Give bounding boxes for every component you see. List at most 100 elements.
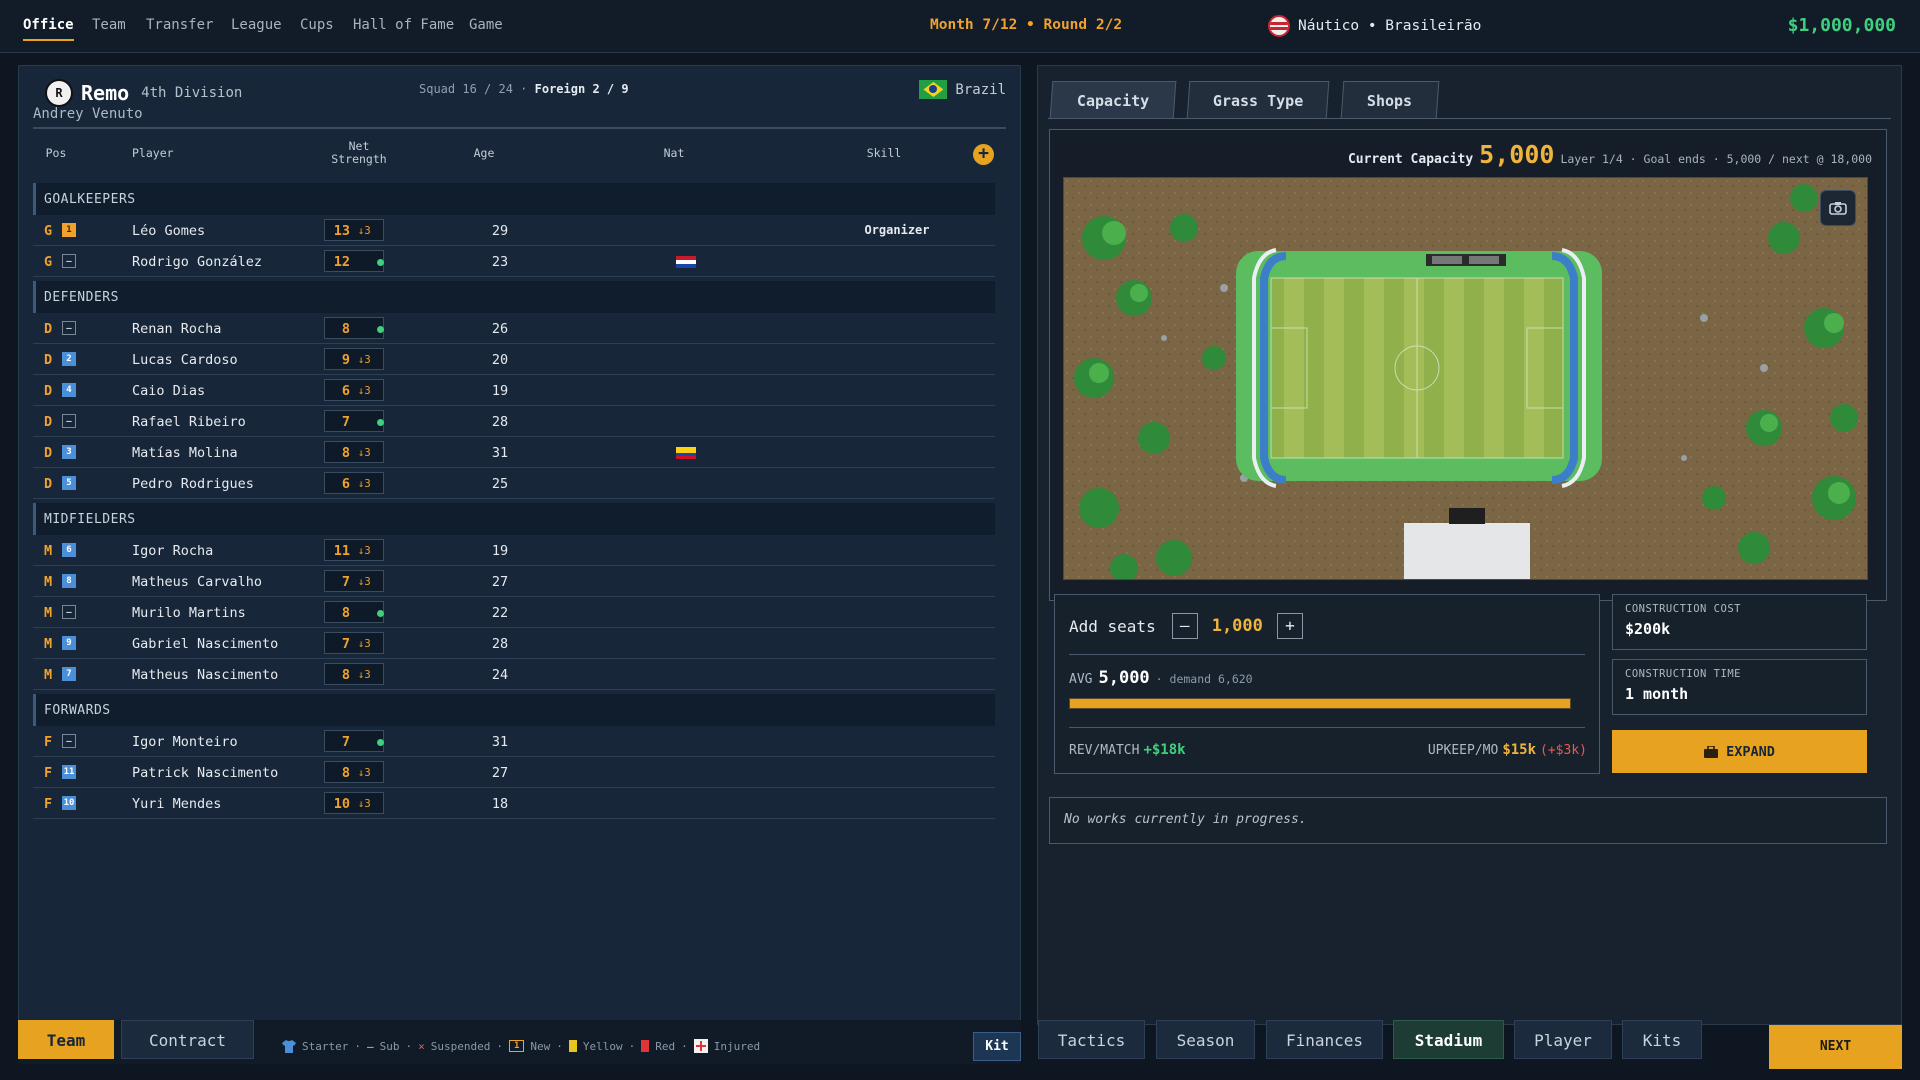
player-row[interactable]: D – Renan Rocha 8 26 <box>33 313 995 344</box>
briefcase-icon <box>1704 745 1719 758</box>
nav-team[interactable]: Team <box>92 17 126 33</box>
shirt-number-icon: 3 <box>62 445 76 459</box>
col-skill[interactable]: Skill <box>849 146 919 160</box>
player-name: Matheus Carvalho <box>132 574 263 590</box>
player-position: M <box>44 543 53 559</box>
legend-sep: · <box>628 1039 636 1053</box>
tab-capacity[interactable]: Capacity <box>1049 81 1177 119</box>
player-position: D <box>44 383 53 399</box>
col-strength-label: Strength <box>331 152 387 166</box>
strength-trend: ↓3 <box>358 767 371 779</box>
player-row[interactable]: M – Murilo Martins 8 22 <box>33 597 995 628</box>
player-row[interactable]: M 8 Matheus Carvalho 7 ↓3 27 <box>33 566 995 597</box>
player-row[interactable]: D 2 Lucas Cardoso 9 ↓3 20 <box>33 344 995 375</box>
stadium-panel: Capacity Grass Type Shops Current Capaci… <box>1037 65 1902 1025</box>
player-age: 27 <box>491 765 509 781</box>
tab-contract[interactable]: Contract <box>121 1020 254 1059</box>
next-button[interactable]: NEXT <box>1769 1025 1902 1069</box>
kit-button[interactable]: Kit <box>973 1032 1021 1061</box>
tab-grass-type-label: Grass Type <box>1212 92 1304 110</box>
tab-divider <box>1048 118 1891 119</box>
col-player[interactable]: Player <box>132 146 174 160</box>
yellow-card-icon <box>568 1040 577 1052</box>
legend-red: Red <box>655 1039 676 1053</box>
player-name: Igor Monteiro <box>132 734 238 750</box>
player-age: 19 <box>491 543 509 559</box>
brazil-flag-icon <box>919 80 948 99</box>
player-position: G <box>44 223 53 239</box>
tab-kits[interactable]: Kits <box>1622 1020 1702 1059</box>
strength-trend: ↓3 <box>358 354 371 366</box>
strength-value: 7 <box>341 574 350 590</box>
strength-value: 8 <box>341 445 350 461</box>
strength-value: 7 <box>341 414 350 430</box>
demand-value: · demand 6,620 <box>1155 672 1253 686</box>
player-age: 31 <box>491 734 509 750</box>
player-position: F <box>44 765 53 781</box>
add-player-button[interactable]: + <box>973 144 994 165</box>
shirt-number-icon: – <box>62 321 76 335</box>
nav-cups[interactable]: Cups <box>300 17 334 33</box>
player-row[interactable]: D – Rafael Ribeiro 7 28 <box>33 406 995 437</box>
tab-team[interactable]: Team <box>18 1020 114 1059</box>
player-row[interactable]: D 5 Pedro Rodrigues 6 ↓3 25 <box>33 468 995 499</box>
section-header: FORWARDS <box>33 694 995 726</box>
seats-plus-button[interactable]: + <box>1276 613 1303 639</box>
player-name: Renan Rocha <box>132 321 222 337</box>
player-row[interactable]: F 11 Patrick Nascimento 8 ↓3 27 <box>33 757 995 788</box>
strength-value: 10 <box>333 796 350 812</box>
nav-transfer[interactable]: Transfer <box>146 17 213 33</box>
camera-icon[interactable] <box>1820 190 1856 226</box>
tab-shops[interactable]: Shops <box>1340 81 1440 119</box>
top-bar: Office Team Transfer League Cups Hall of… <box>0 0 1920 53</box>
player-position: D <box>44 476 53 492</box>
player-row[interactable]: G – Rodrigo González 12 23 <box>33 246 995 277</box>
player-row[interactable]: F – Igor Monteiro 7 31 <box>33 726 995 757</box>
player-age: 23 <box>491 254 509 270</box>
legend-new: New <box>530 1039 551 1053</box>
player-row[interactable]: F 10 Yuri Mendes 10 ↓3 18 <box>33 788 995 819</box>
player-row[interactable]: M 7 Matheus Nascimento 8 ↓3 24 <box>33 659 995 690</box>
club-indicator: Náutico • Brasileirão <box>1268 15 1481 37</box>
demand-bar-fill <box>1070 699 1570 708</box>
col-nat[interactable]: Nat <box>659 146 689 160</box>
tab-grass-type[interactable]: Grass Type <box>1186 81 1330 119</box>
player-row[interactable]: M 9 Gabriel Nascimento 7 ↓3 28 <box>33 628 995 659</box>
nav-hall-of-fame[interactable]: Hall of Fame <box>353 17 454 33</box>
team-header: R Remo 4th Division <box>45 79 242 107</box>
revenue-line: REV/MATCH +$18k <box>1069 742 1186 758</box>
strength-trend: ↓3 <box>358 447 371 459</box>
tab-player[interactable]: Player <box>1514 1020 1612 1059</box>
avg-label: AVG <box>1069 672 1093 687</box>
nav-league[interactable]: League <box>231 17 282 33</box>
player-row[interactable]: D 3 Matías Molina 8 ↓3 31 <box>33 437 995 468</box>
tab-finances[interactable]: Finances <box>1266 1020 1383 1059</box>
col-net-strength[interactable]: Net Strength <box>319 140 399 166</box>
player-position: F <box>44 734 53 750</box>
legend-suspended: Suspended <box>430 1039 491 1053</box>
form-stable-dot-icon <box>377 419 384 426</box>
col-pos[interactable]: Pos <box>41 146 71 160</box>
tab-tactics[interactable]: Tactics <box>1038 1020 1145 1059</box>
player-row[interactable]: G 1 Léo Gomes 13 ↓3 29 Organizer <box>33 215 995 246</box>
strength-value: 6 <box>341 383 350 399</box>
strength-value: 9 <box>341 352 350 368</box>
seats-minus-button[interactable]: – <box>1171 613 1198 639</box>
player-row[interactable]: M 6 Igor Rocha 11 ↓3 19 <box>33 535 995 566</box>
tab-season[interactable]: Season <box>1156 1020 1255 1059</box>
player-name: Igor Rocha <box>132 543 214 559</box>
strength-value: 7 <box>341 636 350 652</box>
colombia-flag-icon <box>676 447 696 459</box>
shirt-number-icon: – <box>62 414 76 428</box>
nav-game[interactable]: Game <box>469 17 503 33</box>
form-stable-dot-icon <box>377 326 384 333</box>
expand-button[interactable]: EXPAND <box>1612 730 1867 773</box>
construction-cost-label: CONSTRUCTION COST <box>1625 603 1741 615</box>
player-row[interactable]: D 4 Caio Dias 6 ↓3 19 <box>33 375 995 406</box>
tab-stadium[interactable]: Stadium <box>1393 1020 1504 1059</box>
team-division: 4th Division <box>141 85 243 101</box>
player-age: 31 <box>491 445 509 461</box>
nav-office[interactable]: Office <box>23 17 74 41</box>
col-age[interactable]: Age <box>469 146 499 160</box>
team-country: Brazil <box>919 80 1006 99</box>
